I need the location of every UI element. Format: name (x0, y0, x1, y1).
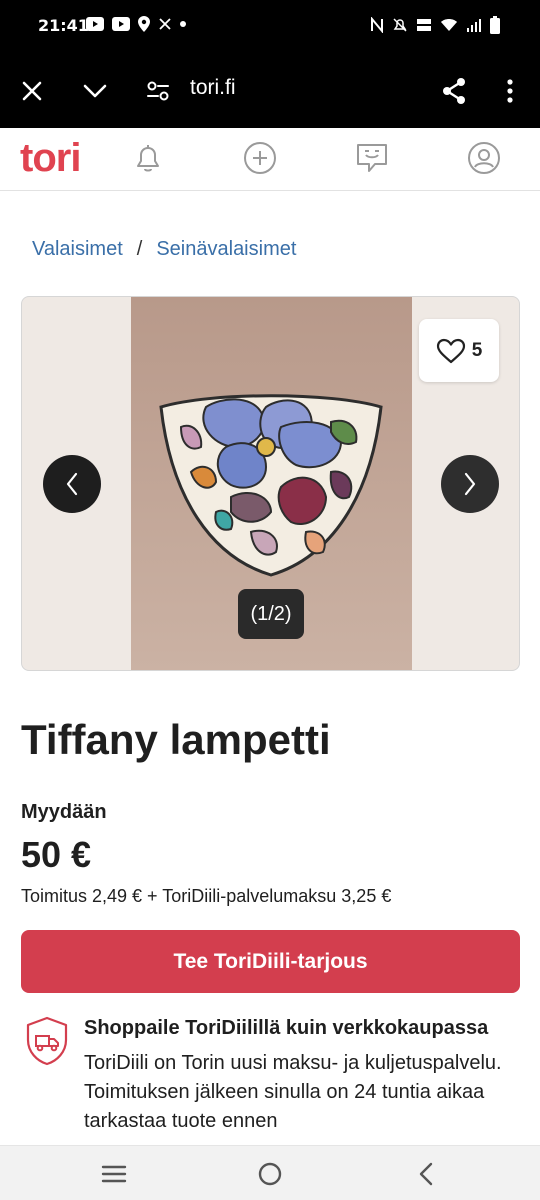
delivery-shield-icon (26, 1016, 68, 1066)
breadcrumb-separator: / (136, 238, 143, 260)
nfc-icon (371, 17, 383, 33)
close-icon (22, 81, 42, 101)
status-left-icons (86, 16, 186, 32)
home-icon (258, 1162, 282, 1186)
share-button[interactable] (434, 71, 474, 111)
heart-icon (436, 338, 465, 363)
youtube-icon (112, 17, 130, 31)
favorite-button[interactable]: 5 (419, 319, 499, 382)
more-options-button[interactable] (490, 71, 530, 111)
notifications-button[interactable] (128, 138, 168, 178)
status-bar: 21:41 (0, 0, 540, 54)
promo-title: Shoppaile ToriDiilillä kuin verkkokaupas… (84, 1017, 489, 1039)
app-header: tori (0, 128, 540, 191)
recents-button[interactable] (94, 1158, 134, 1190)
add-listing-button[interactable] (240, 138, 280, 178)
sale-type: Myydään (21, 801, 107, 823)
battery-icon (490, 16, 500, 34)
chevron-left-icon (66, 472, 78, 496)
next-image-button[interactable] (441, 455, 499, 513)
url-text[interactable]: tori.fi (190, 76, 236, 100)
close-tab-button[interactable] (12, 71, 52, 111)
browser-toolbar: tori.fi (0, 54, 540, 128)
chevron-down-icon (83, 84, 107, 98)
volte-icon (417, 19, 431, 31)
messages-icon (357, 144, 387, 172)
breadcrumb-item-seinavalaisimet[interactable]: Seinävalaisimet (156, 238, 296, 261)
share-icon (443, 78, 465, 104)
breadcrumb-item-valaisimet[interactable]: Valaisimet (32, 238, 123, 261)
more-icon (507, 79, 513, 103)
back-icon (419, 1162, 433, 1186)
recents-icon (101, 1165, 127, 1183)
previous-image-button[interactable] (43, 455, 101, 513)
messages-button[interactable] (352, 138, 392, 178)
site-settings-icon (147, 81, 169, 101)
minimize-button[interactable] (75, 71, 115, 111)
make-offer-button[interactable]: Tee ToriDiili-tarjous (21, 930, 520, 993)
image-gallery[interactable]: 5 (1/2) (21, 296, 520, 671)
promo-body: ToriDiili on Torin uusi maksu- ja kuljet… (84, 1052, 502, 1132)
x-icon (159, 18, 171, 30)
dot-icon (180, 21, 186, 27)
location-icon (138, 16, 150, 32)
status-time: 21:41 (38, 16, 89, 35)
youtube-icon (86, 17, 104, 31)
home-button[interactable] (250, 1158, 290, 1190)
system-navigation-bar (0, 1145, 540, 1200)
mute-icon (393, 18, 407, 32)
image-counter: (1/2) (238, 589, 304, 639)
status-right-icons (370, 16, 500, 34)
add-listing-icon (244, 142, 276, 174)
wifi-icon (441, 19, 457, 31)
profile-icon (468, 142, 500, 174)
site-settings-button[interactable] (138, 71, 178, 111)
breadcrumb: Valaisimet / Seinävalaisimet (32, 238, 296, 261)
profile-button[interactable] (464, 138, 504, 178)
listing-price: 50 € (21, 834, 92, 875)
signal-icon (467, 19, 481, 32)
shipping-info: Toimitus 2,49 € + ToriDiili-palvelumaksu… (21, 886, 392, 906)
tori-logo[interactable]: tori (20, 136, 81, 181)
listing-title: Tiffany lampetti (21, 716, 331, 763)
favorite-count: 5 (471, 339, 483, 361)
back-button[interactable] (406, 1158, 446, 1190)
bell-icon (137, 145, 159, 172)
chevron-right-icon (464, 472, 476, 496)
